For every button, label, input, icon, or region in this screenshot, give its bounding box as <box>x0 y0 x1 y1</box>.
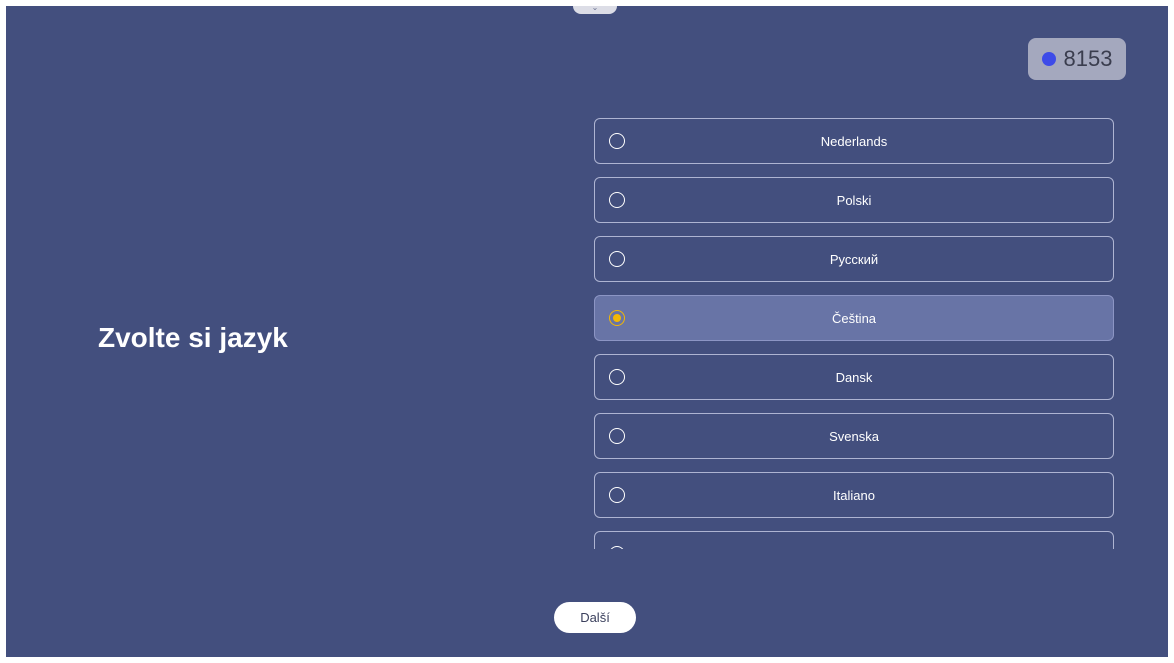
language-list[interactable]: Nederlands Polski Русский Čeština Dansk … <box>594 118 1114 549</box>
language-option-partial[interactable] <box>594 531 1114 549</box>
pull-down-handle[interactable]: ⌄ <box>573 6 617 14</box>
language-option-cestina[interactable]: Čeština <box>594 295 1114 341</box>
radio-icon <box>609 133 625 149</box>
radio-icon <box>609 369 625 385</box>
language-label: Čeština <box>831 310 877 326</box>
language-label: Русский <box>829 251 879 267</box>
radio-icon <box>609 546 625 549</box>
status-dot-icon <box>1041 52 1056 66</box>
counter-value: 8153 <box>1063 46 1113 71</box>
radio-selected-icon <box>609 310 625 326</box>
language-label: Svenska <box>829 428 879 444</box>
language-option-polski[interactable]: Polski <box>594 177 1114 223</box>
language-label: Nederlands <box>820 133 888 149</box>
language-option-russian[interactable]: Русский <box>594 236 1114 282</box>
language-option-svenska[interactable]: Svenska <box>594 413 1114 459</box>
chevron-down-icon: ⌄ <box>591 6 599 12</box>
language-option-italiano[interactable]: Italiano <box>594 472 1114 518</box>
language-option-nederlands[interactable]: Nederlands <box>594 118 1114 164</box>
radio-icon <box>609 251 625 267</box>
next-button[interactable]: Další <box>554 602 636 633</box>
radio-icon <box>609 192 625 208</box>
radio-icon <box>609 487 625 503</box>
language-label: Polski <box>836 192 872 208</box>
language-option-dansk[interactable]: Dansk <box>594 354 1114 400</box>
language-label: Dansk <box>835 369 873 385</box>
setup-screen: ⌄ 8153 Zvolte si jazyk Nederlands Polski… <box>6 6 1168 657</box>
language-label: Italiano <box>833 487 875 503</box>
page-title: Zvolte si jazyk <box>98 322 288 353</box>
counter-badge: 8153 <box>1028 38 1126 80</box>
radio-icon <box>609 428 625 444</box>
